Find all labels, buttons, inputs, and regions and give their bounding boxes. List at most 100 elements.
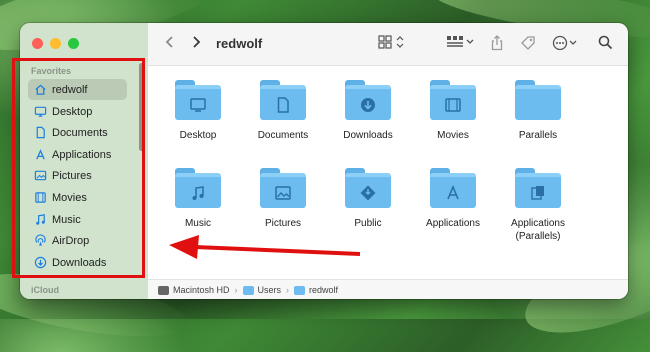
view-mode-button[interactable] [378,35,406,52]
path-segment-label: redwolf [309,285,339,295]
sidebar-item-label: AirDrop [52,234,90,247]
group-button[interactable] [446,35,476,52]
red-arrow-annotation [169,235,361,259]
folder-label: Public [354,218,382,229]
folder-label: Documents [257,130,309,141]
desktop-glyph-icon [190,97,206,112]
folder-icon [175,168,221,208]
folder-label: Movies [437,130,469,141]
house-icon [33,83,47,97]
folder-item-downloads[interactable]: Downloads [326,80,410,142]
window-controls [32,38,79,49]
path-segment-label: Users [257,285,282,295]
sidebar-item-label: Movies [52,191,87,204]
path-segment-redwolf[interactable]: redwolf [294,285,338,295]
sidebar-scrollbar[interactable] [139,63,144,151]
icloud-section-label: iCloud [31,285,59,295]
tag-icon [521,36,535,50]
public-glyph-icon [360,185,376,200]
path-bar: Macintosh HD › Users › redwolf [148,279,628,299]
folder-item-desktop[interactable]: Desktop [156,80,240,142]
path-separator: › [286,285,290,295]
sidebar-item-label: Music [52,213,81,226]
folder-item-documents[interactable]: Documents [241,80,325,142]
applications-icon [33,148,47,162]
chevron-left-icon [165,36,173,48]
sidebar-item-music[interactable]: Music [28,209,127,230]
sidebar-item-label: Desktop [52,105,93,118]
download-icon [33,256,47,270]
sidebar-item-applications[interactable]: Applications [28,144,127,165]
folder-item-movies[interactable]: Movies [411,80,495,142]
zoom-button[interactable] [68,38,79,49]
folder-label: Downloads [343,130,393,141]
path-segment-label: Macintosh HD [173,285,230,295]
folder-label: Music [184,218,212,229]
ellipsis-circle-icon [552,35,577,51]
sidebar-item-downloads[interactable]: Downloads [28,252,127,273]
folder-item-applications[interactable]: Applications [411,168,495,230]
close-button[interactable] [32,38,43,49]
folder-icon [430,168,476,208]
document-icon [33,126,47,140]
airdrop-icon [33,234,47,248]
sidebar-item-label: Applications [52,148,112,161]
folder-icon [242,285,254,295]
folder-icon [260,80,306,120]
sidebar-item-desktop[interactable]: Desktop [28,101,127,122]
back-button[interactable] [164,35,176,52]
folder-icon [515,168,561,208]
path-separator: › [234,285,238,295]
path-segment-macintosh-hd[interactable]: Macintosh HD [158,285,230,295]
favorites-section-label: Favorites [31,66,72,76]
folder-item-pictures[interactable]: Pictures [241,168,325,230]
path-segment-users[interactable]: Users [242,285,282,295]
sidebar-item-pictures[interactable]: Pictures [28,165,127,186]
folder-label: Desktop [179,130,217,141]
grid-view-icon [378,35,404,49]
sidebar-item-airdrop[interactable]: AirDrop [28,230,127,251]
chevron-right-icon [193,36,201,48]
sidebar-item-label: Downloads [52,256,107,269]
window-title: redwolf [216,36,263,51]
folder-item-parallels[interactable]: Parallels [496,80,580,142]
folder-item-music[interactable]: Music [156,168,240,230]
toolbar: redwolf [148,23,628,66]
folder-label: Applications [426,218,480,229]
sidebar-item-label: Pictures [52,169,92,182]
document-glyph-icon [277,96,289,113]
forward-button[interactable] [190,35,202,52]
folder-label: Applications (Parallels) [511,218,565,242]
share-icon [491,35,503,51]
folder-label: Parallels [518,130,558,141]
search-button[interactable] [598,35,613,53]
folder-label: Pictures [264,218,302,229]
sidebar-item-label: redwolf [52,83,88,96]
folder-item-applications-parallels[interactable]: Applications (Parallels) [496,168,580,243]
folder-item-public[interactable]: Public [326,168,410,230]
tag-button[interactable] [520,35,536,54]
sidebar-item-documents[interactable]: Documents [28,122,127,143]
picture-glyph-icon [275,185,291,200]
applications-glyph-icon [447,184,459,199]
search-icon [598,35,613,50]
download-glyph-icon [361,97,375,112]
parallels-apps-glyph-icon [531,185,544,200]
film-icon [33,191,47,205]
music-note-icon [33,213,47,227]
folder-icon [345,80,391,120]
music-glyph-icon [192,185,204,200]
sidebar-item-redwolf[interactable]: redwolf [28,79,127,100]
sidebar-item-movies[interactable]: Movies [28,187,127,208]
sidebar-item-label: Documents [52,126,108,139]
group-icon [447,36,474,47]
pictures-icon [33,169,47,183]
folder-icon [515,80,561,120]
share-button[interactable] [490,35,504,54]
minimize-button[interactable] [50,38,61,49]
folder-icon [345,168,391,208]
more-actions-button[interactable] [552,35,578,54]
folder-icon [175,80,221,120]
folder-icon [294,285,306,295]
folder-icon [430,80,476,120]
